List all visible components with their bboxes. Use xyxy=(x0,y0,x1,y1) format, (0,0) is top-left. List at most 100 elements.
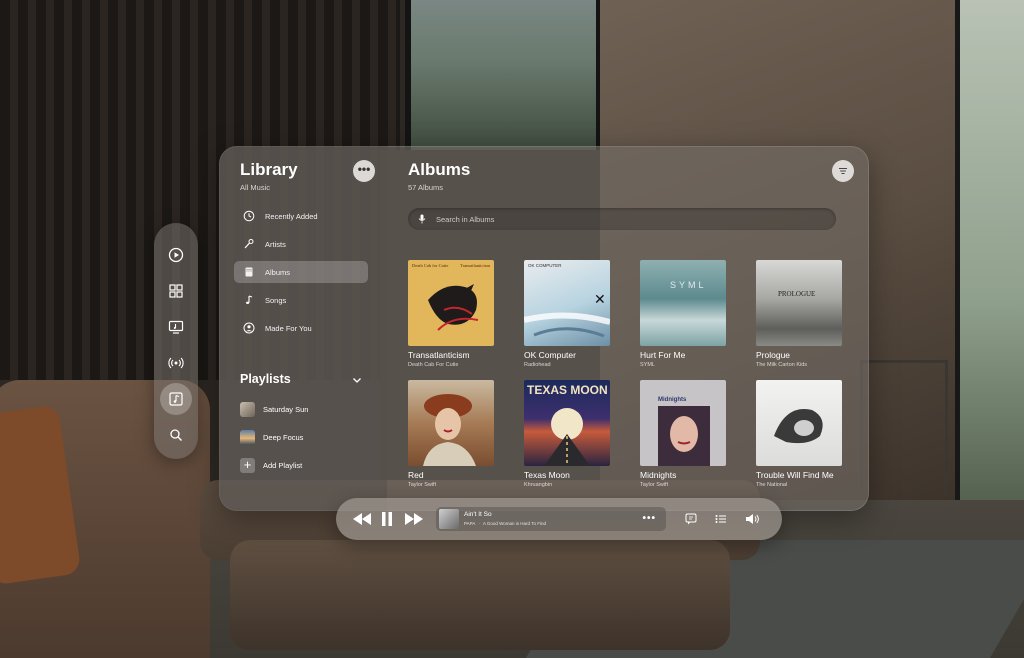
album-artist: Taylor Swift xyxy=(640,482,669,488)
window-frame xyxy=(405,0,411,150)
sidebar-subtitle: All Music xyxy=(240,183,271,192)
highway-artwork: ✕ xyxy=(524,291,610,338)
album-artist: The National xyxy=(756,482,788,488)
sidebar-item-artists[interactable]: Artists xyxy=(234,233,368,255)
album-cover-text: SYML xyxy=(670,280,707,290)
playlist-label: Saturday Sun xyxy=(263,404,309,414)
portrait-artwork xyxy=(774,409,823,444)
backward-icon xyxy=(353,513,371,525)
album-cover: SYML xyxy=(640,260,726,346)
album-artist: Taylor Swift xyxy=(408,482,437,488)
album-tile-ok-computer[interactable]: OK COMPUTER ✕ OK Computer Radiohead xyxy=(524,260,612,368)
player-bar: Ain't It So PAPA · A Good Woman is Hard To… xyxy=(336,498,782,540)
album-tile-prologue[interactable]: PROLOGUE Prologue The Milk Carton Kids xyxy=(756,260,844,368)
sidebar: Library All Music ••• Recently Added Art… xyxy=(219,146,387,511)
sidebar-item-label: Recently Added xyxy=(265,211,318,221)
sidebar-nav: Recently Added Artists Albums Songs Made… xyxy=(234,205,368,345)
album-cover: Death Cab for Cutie Transatlanticism xyxy=(408,260,494,346)
sidebar-item-label: Artists xyxy=(265,239,286,249)
sidebar-item-recently-added[interactable]: Recently Added xyxy=(234,205,368,227)
sidebar-item-made-for-you[interactable]: Made For You xyxy=(234,317,368,339)
album-title: OK Computer xyxy=(524,350,576,360)
album-tile-midnights[interactable]: Midnights Midnights Taylor Swift xyxy=(640,380,728,488)
next-button[interactable] xyxy=(404,510,424,528)
lyrics-bubble-icon xyxy=(685,513,697,525)
album-artist: SYML xyxy=(640,362,655,368)
album-cover: TEXAS MOON xyxy=(524,380,610,466)
album-title: Hurt For Me xyxy=(640,350,686,360)
tab-search[interactable] xyxy=(160,419,192,451)
now-playing-artwork xyxy=(439,509,459,529)
now-playing-title: Ain't It So xyxy=(464,511,492,518)
album-title: Transatlanticism xyxy=(408,350,470,360)
svg-text:✕: ✕ xyxy=(594,291,606,307)
search-input[interactable] xyxy=(434,213,818,225)
queue-button[interactable] xyxy=(714,510,728,528)
playlist-item-deep-focus[interactable]: Deep Focus xyxy=(240,426,374,448)
playlists-heading: Playlists xyxy=(240,372,291,386)
playlist-item-saturday-sun[interactable]: Saturday Sun xyxy=(240,398,374,420)
tab-library[interactable] xyxy=(160,383,192,415)
sofa-seat xyxy=(230,540,730,650)
forward-icon xyxy=(405,513,423,525)
sidebar-item-albums[interactable]: Albums xyxy=(234,261,368,283)
moon-road-artwork xyxy=(544,408,590,466)
crow-artwork xyxy=(428,284,479,331)
pause-button[interactable] xyxy=(380,510,394,528)
album-tile-hurt-for-me[interactable]: SYML Hurt For Me SYML xyxy=(640,260,728,368)
side-table xyxy=(860,360,948,493)
playlist-label: Add Playlist xyxy=(263,460,303,470)
album-tile-transatlanticism[interactable]: Death Cab for Cutie Transatlanticism Tra… xyxy=(408,260,496,368)
tab-browse[interactable] xyxy=(160,275,192,307)
album-tile-trouble-will-find-me[interactable]: Trouble Will Find Me The National xyxy=(756,380,844,488)
clock-icon xyxy=(242,209,256,223)
album-tile-red[interactable]: Red Taylor Swift xyxy=(408,380,496,488)
album-tile-texas-moon[interactable]: TEXAS MOON Texas Moon Khruangbin xyxy=(524,380,612,488)
now-playing-subtitle: PAPA · A Good Woman is Hard To Find xyxy=(464,521,546,526)
microphone-icon xyxy=(242,237,256,251)
plus-icon: + xyxy=(240,457,255,473)
now-playing[interactable]: Ain't It So PAPA · A Good Woman is Hard To… xyxy=(436,507,666,531)
album-cover-text: PROLOGUE xyxy=(778,290,816,298)
list-icon xyxy=(715,515,726,523)
album-artist: The Milk Carton Kids xyxy=(756,362,808,368)
search-field[interactable] xyxy=(408,208,836,230)
person-circle-icon xyxy=(242,321,256,335)
sidebar-item-label: Songs xyxy=(265,295,287,305)
album-cover: PROLOGUE xyxy=(756,260,842,346)
music-note-icon xyxy=(242,293,256,307)
speaker-icon xyxy=(745,514,759,524)
sidebar-item-songs[interactable]: Songs xyxy=(234,289,368,311)
now-playing-album: A Good Woman is Hard To Find xyxy=(482,521,546,526)
chevron-down-icon[interactable] xyxy=(351,374,363,386)
filter-lines-icon xyxy=(839,167,847,175)
more-options-button[interactable]: ••• xyxy=(353,160,375,182)
search-icon xyxy=(170,429,182,441)
album-cover: Midnights xyxy=(640,380,726,466)
now-playing-more-button[interactable]: ••• xyxy=(642,513,656,524)
pause-icon xyxy=(382,512,392,526)
tab-radio[interactable] xyxy=(160,347,192,379)
radio-waves-icon xyxy=(168,357,184,369)
albums-content: Albums 57 Albums Death Cab for Cutie Tra… xyxy=(387,146,869,511)
volume-button[interactable] xyxy=(744,510,760,528)
playlist-list: Saturday Sun Deep Focus + Add Playlist xyxy=(240,398,374,482)
microphone-icon[interactable] xyxy=(418,214,426,224)
tab-listen-now[interactable] xyxy=(160,239,192,271)
lyrics-button[interactable] xyxy=(684,510,698,528)
sidebar-item-label: Albums xyxy=(265,267,291,277)
portrait-artwork xyxy=(658,406,710,466)
sort-button[interactable] xyxy=(832,160,854,182)
album-title: Red xyxy=(408,470,424,480)
album-title: Texas Moon xyxy=(524,470,570,480)
album-cover xyxy=(756,380,842,466)
add-playlist-button[interactable]: + Add Playlist xyxy=(240,454,374,476)
previous-button[interactable] xyxy=(352,510,372,528)
tab-videos[interactable] xyxy=(160,311,192,343)
tab-bar xyxy=(154,223,198,459)
sidebar-title: Library xyxy=(240,160,298,179)
album-icon xyxy=(242,265,256,279)
album-artist: Khruangbin xyxy=(524,482,553,488)
sidebar-item-label: Made For You xyxy=(265,323,312,333)
music-window: Library All Music ••• Recently Added Art… xyxy=(219,146,869,511)
